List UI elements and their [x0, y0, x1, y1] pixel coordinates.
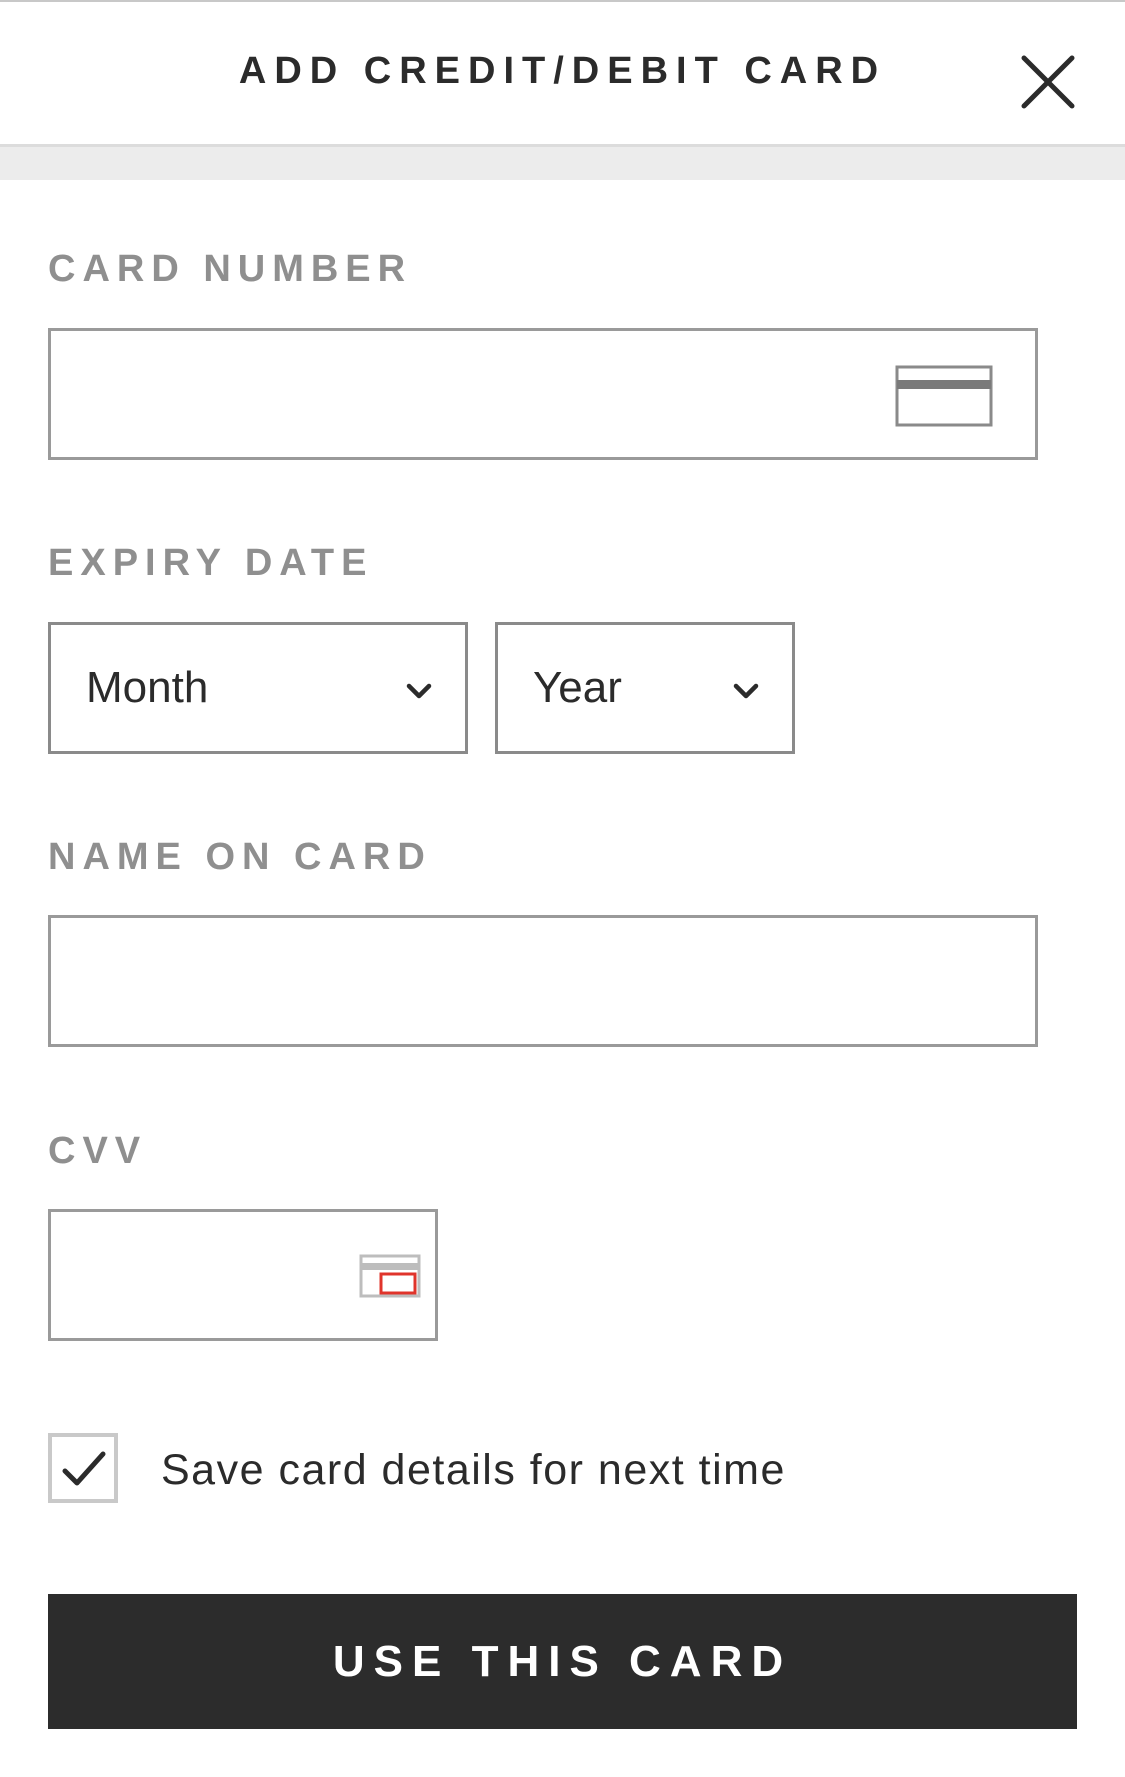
- month-select-value: Month: [86, 663, 209, 712]
- cvv-label: CVV: [48, 1130, 148, 1172]
- card-number-field-container: [48, 328, 1038, 460]
- name-on-card-input[interactable]: [51, 918, 1035, 1044]
- chevron-down-icon: [406, 683, 432, 699]
- cvv-field-container: [48, 1209, 438, 1341]
- header-separator-band: [0, 147, 1125, 180]
- card-number-label: CARD NUMBER: [48, 248, 413, 290]
- year-select-value: Year: [533, 663, 622, 712]
- name-on-card-field-container: [48, 915, 1038, 1047]
- checkmark-icon: [62, 1451, 106, 1486]
- page-title: ADD CREDIT/DEBIT CARD: [238, 50, 887, 92]
- credit-card-icon: [895, 365, 993, 427]
- close-button[interactable]: [1020, 54, 1076, 110]
- expiry-year-select[interactable]: Year: [495, 622, 795, 754]
- save-card-label[interactable]: Save card details for next time: [161, 1446, 786, 1495]
- close-icon: [1021, 55, 1075, 109]
- save-card-checkbox[interactable]: [48, 1433, 118, 1503]
- card-number-input[interactable]: [51, 331, 1035, 457]
- chevron-down-icon: [733, 683, 759, 699]
- card-cvv-icon: [359, 1254, 421, 1298]
- expiry-date-label: EXPIRY DATE: [48, 542, 374, 584]
- name-on-card-label: NAME ON CARD: [48, 836, 432, 878]
- use-this-card-button[interactable]: USE THIS CARD: [48, 1594, 1077, 1729]
- modal-header: ADD CREDIT/DEBIT CARD: [0, 2, 1125, 147]
- expiry-month-select[interactable]: Month: [48, 622, 468, 754]
